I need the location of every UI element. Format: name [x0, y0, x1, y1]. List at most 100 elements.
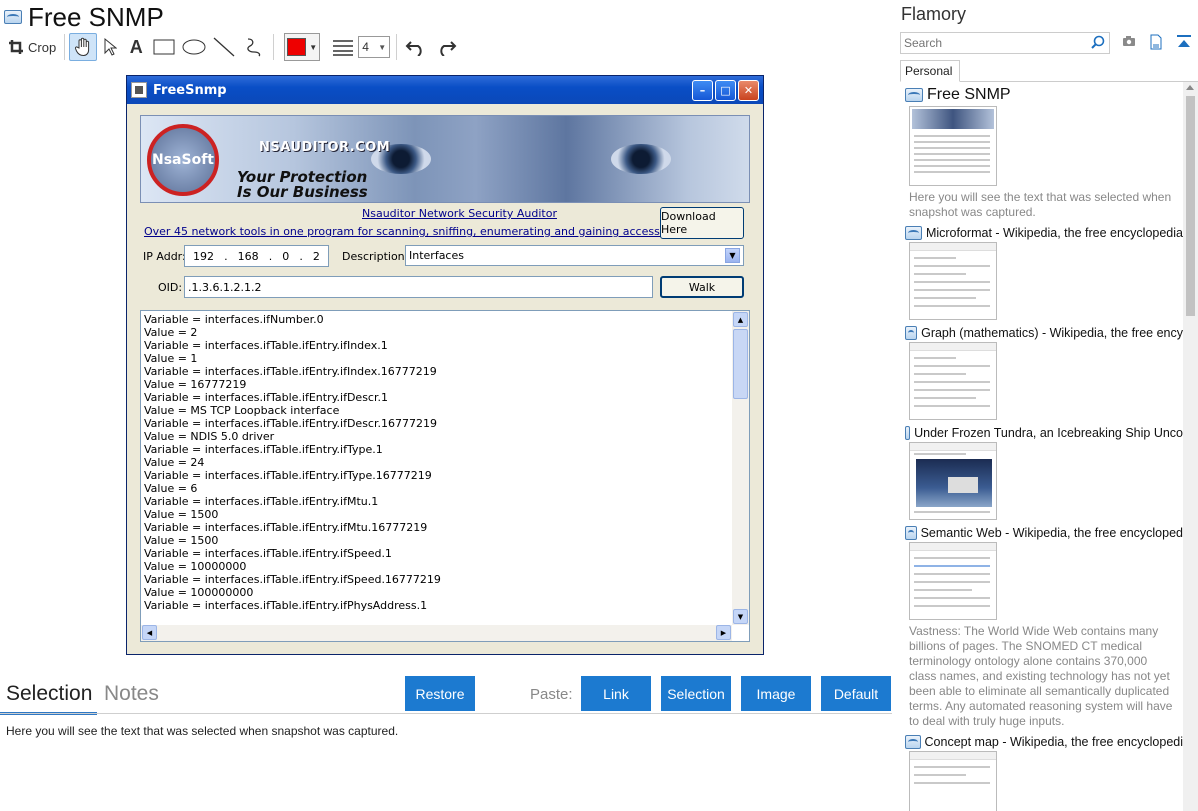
oid-field[interactable]: .1.3.6.1.2.1.2 — [184, 276, 653, 298]
output-line: Variable = interfaces.ifTable.ifEntry.if… — [144, 495, 379, 508]
output-line: Value = 1500 — [144, 508, 219, 521]
text-tool-icon: A — [129, 36, 143, 57]
search-input[interactable] — [901, 33, 1081, 53]
snapshot-icon — [905, 526, 917, 540]
flamory-snapshot-list: Free SNMP Here you will see the text tha… — [905, 86, 1183, 811]
list-item[interactable]: Graph (mathematics) - Wikipedia, the fre… — [905, 326, 1183, 420]
pencil-scribble-icon — [247, 38, 261, 57]
paste-label: Paste: — [530, 686, 573, 703]
flamory-search[interactable] — [900, 32, 1110, 54]
snapshot-thumbnail[interactable] — [909, 342, 997, 420]
app-title-text: Free SNMP — [28, 1, 164, 32]
snmp-output-box[interactable]: Variable = interfaces.ifNumber.0 Value = … — [140, 310, 750, 642]
pointer-icon — [104, 37, 118, 56]
nsasoft-logo: NsaSoft — [147, 124, 219, 196]
nsauditor-link[interactable]: Nsauditor Network Security Auditor — [362, 207, 557, 220]
restore-button[interactable]: Restore — [405, 676, 475, 711]
snapshot-thumbnail[interactable] — [909, 542, 997, 620]
list-item[interactable]: Microformat - Wikipedia, the free encycl… — [905, 226, 1183, 320]
ip-dot: . — [299, 249, 303, 263]
tab-selection[interactable]: Selection — [6, 682, 92, 706]
line-width-icon-button[interactable] — [328, 33, 358, 61]
output-line: Variable = interfaces.ifTable.ifEntry.if… — [144, 573, 441, 586]
description-label: Description: — [342, 250, 409, 263]
snapshot-name: Semantic Web - Wikipedia, the free encyc… — [920, 526, 1183, 540]
description-select[interactable]: Interfaces ▼ — [405, 245, 744, 266]
list-item[interactable]: Semantic Web - Wikipedia, the free encyc… — [905, 526, 1183, 729]
select-tool-button[interactable] — [97, 33, 123, 61]
vertical-scrollbar[interactable]: ▲ ▼ — [732, 311, 749, 625]
color-picker[interactable]: ▼ — [284, 33, 321, 61]
scroll-up-icon[interactable]: ▲ — [733, 312, 748, 327]
redo-icon — [440, 41, 457, 56]
search-icon[interactable] — [1091, 35, 1105, 49]
snapshot-thumbnail[interactable] — [909, 751, 997, 811]
redo-button[interactable] — [431, 33, 461, 61]
rectangle-tool-button[interactable] — [149, 33, 179, 61]
output-line: Value = 1500 — [144, 534, 219, 547]
line-width-select[interactable]: 4 ▼ — [358, 36, 391, 58]
collapse-up-icon[interactable] — [1176, 34, 1192, 50]
snapshot-thumbnail[interactable] — [909, 106, 997, 186]
snapshot-thumbnail[interactable] — [909, 242, 997, 320]
oid-label: OID: — [158, 281, 183, 294]
paste-image-button[interactable]: Image — [741, 676, 811, 711]
banner-eye-image — [611, 144, 671, 174]
download-here-button[interactable]: Download Here — [660, 207, 744, 239]
paste-selection-button[interactable]: Selection — [661, 676, 731, 711]
tools-link[interactable]: Over 45 network tools in one program for… — [144, 225, 734, 238]
output-line: Variable = interfaces.ifTable.ifEntry.if… — [144, 599, 428, 612]
camera-icon[interactable] — [1122, 34, 1136, 48]
maximize-button[interactable]: □ — [715, 79, 736, 101]
flamory-scrollbar[interactable] — [1183, 82, 1198, 811]
undo-button[interactable] — [401, 33, 431, 61]
list-item[interactable]: Under Frozen Tundra, an Icebreaking Ship… — [905, 426, 1183, 520]
flamory-tabbar: Personal — [900, 60, 1198, 82]
text-tool-button[interactable]: A — [123, 33, 149, 61]
output-line: Value = 2 — [144, 326, 198, 339]
line-tool-button[interactable] — [209, 33, 239, 61]
scrollbar-thumb[interactable] — [733, 329, 748, 399]
window-titlebar: FreeSnmp – □ ✕ — [127, 76, 763, 104]
line-icon — [213, 37, 235, 57]
selection-text: Here you will see the text that was sele… — [6, 724, 399, 738]
output-line: Value = 24 — [144, 456, 205, 469]
snapshot-icon — [905, 735, 921, 749]
line-width-icon — [333, 40, 354, 56]
output-line: Value = 1 — [144, 352, 198, 365]
scroll-left-icon[interactable]: ◀ — [142, 625, 157, 640]
rectangle-icon — [153, 39, 175, 55]
minimize-button[interactable]: – — [692, 79, 713, 101]
crop-button[interactable]: Crop — [4, 33, 60, 61]
tab-personal[interactable]: Personal — [900, 60, 960, 82]
output-line: Value = 6 — [144, 482, 198, 495]
scroll-up-icon[interactable] — [1186, 85, 1194, 90]
hand-tool-button[interactable] — [69, 33, 98, 61]
crop-icon — [9, 40, 23, 54]
tab-notes[interactable]: Notes — [104, 682, 159, 706]
list-item[interactable]: Free SNMP Here you will see the text tha… — [905, 86, 1183, 220]
snapshot-thumbnail[interactable] — [909, 442, 997, 520]
close-button[interactable]: ✕ — [738, 79, 759, 101]
ip-octet: 192 — [193, 249, 215, 263]
snapshot-name: Graph (mathematics) - Wikipedia, the fre… — [921, 326, 1183, 340]
freehand-tool-button[interactable] — [239, 33, 269, 61]
list-item[interactable]: Concept map - Wikipedia, the free encycl… — [905, 735, 1183, 811]
ip-dot: . — [268, 249, 273, 263]
ellipse-tool-button[interactable] — [179, 33, 209, 61]
chevron-down-icon: ▼ — [378, 42, 387, 52]
paste-link-button[interactable]: Link — [581, 676, 651, 711]
toolbar-divider — [64, 34, 66, 60]
output-line: Variable = interfaces.ifTable.ifEntry.if… — [144, 391, 388, 404]
nsauditor-banner[interactable]: NsaSoft NSAUDITOR.COM Your Protection Is… — [140, 115, 750, 203]
snapshot-icon — [4, 10, 22, 24]
walk-button[interactable]: Walk — [660, 276, 744, 298]
scroll-right-icon[interactable]: ▶ — [716, 625, 731, 640]
horizontal-scrollbar[interactable]: ◀ ▶ — [141, 625, 732, 641]
document-icon[interactable] — [1150, 34, 1162, 50]
paste-default-button[interactable]: Default — [821, 676, 891, 711]
scroll-down-icon[interactable]: ▼ — [733, 609, 748, 624]
output-line: Value = 16777219 — [144, 378, 247, 391]
scrollbar-thumb[interactable] — [1186, 96, 1195, 316]
ip-address-field[interactable]: 192. 168. 0. 2 — [184, 245, 329, 267]
